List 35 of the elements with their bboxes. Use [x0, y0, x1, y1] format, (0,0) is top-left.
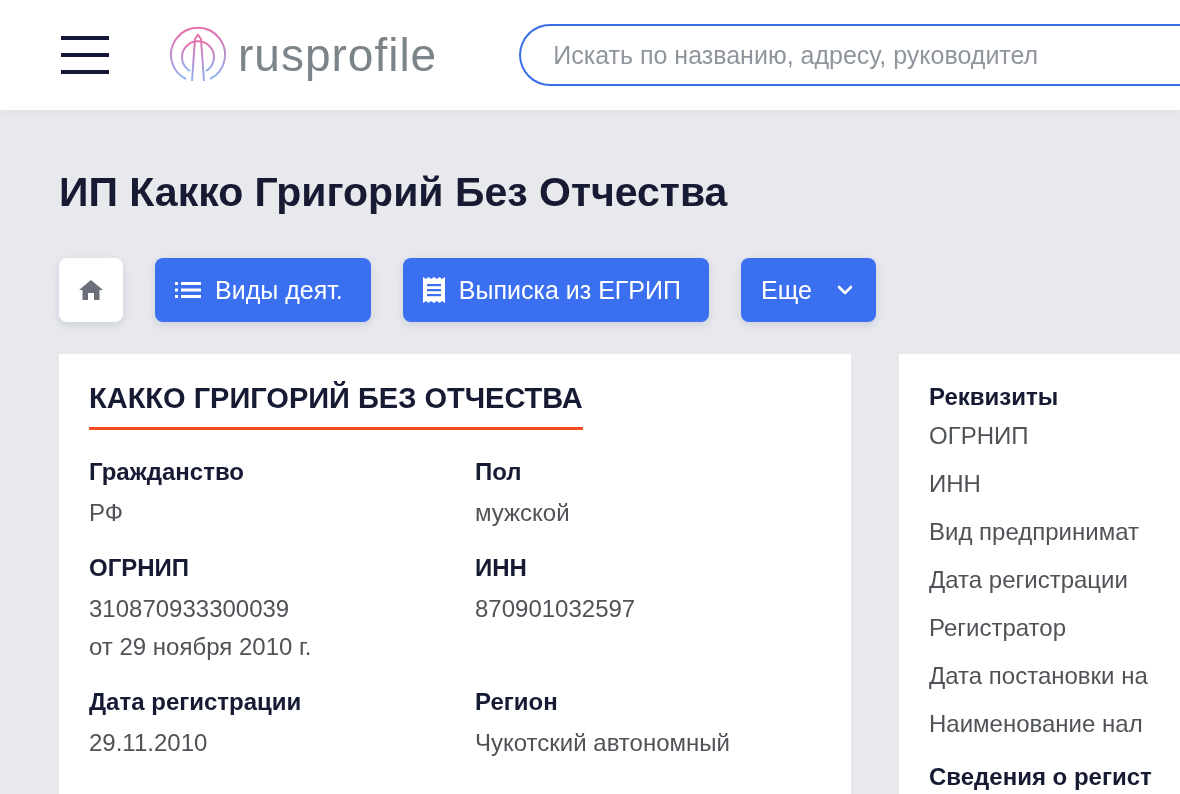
field-label: ОГРНИП: [89, 553, 191, 583]
field-value: 29.11.2010: [89, 728, 209, 758]
page-title: ИП Какко Григорий Без Отчества: [59, 168, 729, 216]
field-label: Гражданство: [89, 457, 245, 487]
detail-label: Наименование нал: [929, 709, 1144, 739]
section-heading: Сведения о регист: [929, 762, 1153, 792]
field-value: Чукотский автономный: [475, 728, 731, 758]
search-field[interactable]: Искать по названию, адресу, руководител: [519, 24, 1180, 86]
detail-label: ИНН: [929, 469, 982, 499]
activities-button[interactable]: Виды деят.: [155, 258, 371, 322]
home-button[interactable]: [59, 258, 123, 322]
field-value: РФ: [89, 498, 124, 528]
field-value: от 29 ноября 2010 г.: [89, 632, 313, 662]
detail-label: Дата регистрации: [929, 565, 1129, 595]
home-icon: [78, 278, 104, 302]
logo-text[interactable]: rusprofile: [238, 28, 438, 82]
field-label: Регион: [475, 687, 559, 717]
menu-icon[interactable]: [61, 36, 109, 74]
field-label: Пол: [475, 457, 523, 487]
chevron-down-icon: [835, 284, 854, 296]
detail-label: Дата постановки на: [929, 661, 1149, 691]
field-value: 310870933300039: [89, 594, 291, 624]
person-name: КАККО ГРИГОРИЙ БЕЗ ОТЧЕСТВА: [89, 382, 583, 430]
section-heading: Реквизиты: [929, 382, 1060, 412]
document-icon: [422, 277, 445, 303]
more-button[interactable]: Еще: [741, 258, 876, 322]
detail-label: Регистратор: [929, 613, 1068, 643]
field-label: Дата регистрации: [89, 687, 303, 717]
field-value: 870901032597: [475, 594, 637, 624]
list-icon: [175, 281, 201, 299]
detail-label: Вид предпринимат: [929, 517, 1140, 547]
field-value: мужской: [475, 498, 571, 528]
extract-button[interactable]: Выписка из ЕГРИП: [402, 258, 709, 322]
field-label: ИНН: [475, 553, 528, 583]
detail-label: ОГРНИП: [929, 421, 1030, 451]
